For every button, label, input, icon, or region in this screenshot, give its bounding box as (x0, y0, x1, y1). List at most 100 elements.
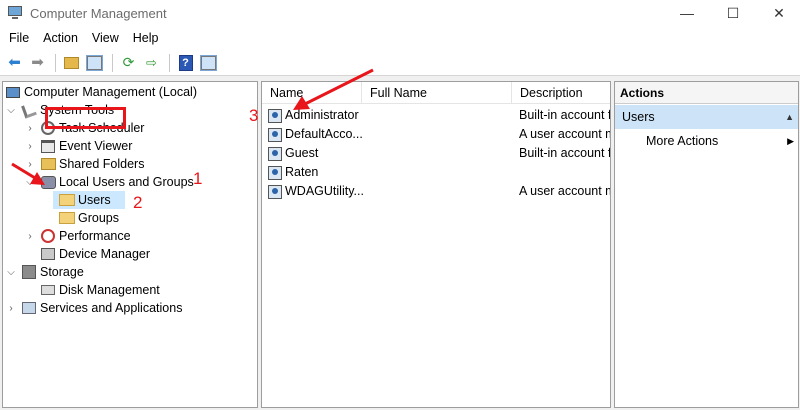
tree-item-label: Performance (59, 229, 131, 243)
export-list-button[interactable]: ⇨ (141, 53, 162, 73)
tree-item-label: Shared Folders (59, 157, 145, 171)
collapse-up-icon[interactable]: ▲ (785, 105, 794, 129)
submenu-arrow-icon: ▶ (787, 136, 794, 146)
up-one-level-button[interactable] (61, 53, 82, 73)
user-name: DefaultAcco... (285, 127, 363, 141)
column-header-description[interactable]: Description (512, 82, 610, 104)
tree-item-users[interactable]: Users (53, 191, 125, 209)
user-icon (268, 108, 282, 123)
actions-section-label: Users (622, 110, 655, 124)
computer-management-icon (8, 6, 22, 20)
actions-pane: Actions Users ▲ More Actions ▶ (614, 81, 799, 408)
tree-item-groups[interactable]: Groups (53, 209, 119, 227)
minimize-icon: — (680, 5, 694, 21)
tree-item-label: Local Users and Groups (59, 175, 194, 189)
menu-file[interactable]: File (2, 31, 36, 45)
user-name: WDAGUtility... (285, 184, 364, 198)
tree-item-shared-folders[interactable]: › Shared Folders (24, 155, 144, 173)
device-manager-icon (40, 246, 56, 262)
tree-item-root[interactable]: Computer Management (Local) (3, 83, 197, 101)
help-button[interactable]: ? (175, 53, 196, 73)
tree-item-label: Event Viewer (59, 139, 133, 153)
chevron-right-icon[interactable]: › (24, 123, 36, 134)
chevron-right-icon[interactable]: › (24, 231, 36, 242)
arrow-left-icon: ⬅ (8, 54, 21, 71)
chevron-right-icon[interactable]: › (24, 159, 36, 170)
chevron-down-icon[interactable]: ⌵ (24, 177, 36, 188)
tree-item-label: Disk Management (59, 283, 160, 297)
table-row[interactable]: WDAGUtility... A user account m (262, 182, 611, 201)
tree-item-performance[interactable]: › Performance (24, 227, 131, 245)
maximize-icon: ☐ (726, 4, 740, 21)
tree-item-services-and-applications[interactable]: › Services and Applications (5, 299, 182, 317)
table-row[interactable]: Raten (262, 163, 610, 182)
window-title: Computer Management (30, 5, 167, 21)
more-actions-item[interactable]: More Actions ▶ (646, 131, 796, 151)
performance-icon (40, 228, 56, 244)
tree-item-label: Services and Applications (40, 301, 183, 315)
user-description: A user account m (519, 184, 611, 198)
action-pane-icon (200, 54, 217, 71)
show-hide-console-tree-button[interactable] (84, 53, 105, 73)
annotation-step-3: 3 (249, 106, 259, 125)
shared-folder-icon (40, 156, 56, 172)
user-icon (268, 165, 282, 180)
forward-button[interactable]: ➡ (27, 53, 48, 73)
title-bar: Computer Management — ☐ ✕ (0, 0, 800, 26)
storage-icon (21, 264, 37, 280)
table-row[interactable]: Administrator Built-in account f (262, 106, 611, 125)
more-actions-label: More Actions (646, 134, 719, 148)
folder-up-icon (64, 56, 79, 69)
table-row[interactable]: DefaultAcco... A user account m (262, 125, 610, 144)
tree-item-disk-management[interactable]: Disk Management (36, 281, 160, 299)
refresh-button[interactable]: ⟳ (118, 53, 139, 73)
arrow-right-icon: ➡ (31, 54, 44, 71)
export-icon: ⇨ (146, 54, 157, 70)
show-hide-action-pane-button[interactable] (198, 53, 219, 73)
close-icon: ✕ (773, 4, 785, 21)
folder-icon (59, 192, 75, 208)
back-button[interactable]: ⬅ (4, 53, 25, 73)
chevron-right-icon[interactable]: › (5, 303, 17, 314)
menu-help[interactable]: Help (126, 31, 166, 45)
user-name: Administrator (285, 108, 359, 122)
event-viewer-icon (40, 138, 56, 154)
toolbar: ⬅ ➡ ⟳ ⇨ ? (0, 50, 800, 76)
tree-item-local-users-and-groups[interactable]: ⌵ Local Users and Groups (24, 173, 194, 191)
close-button[interactable]: ✕ (756, 0, 800, 26)
chevron-down-icon[interactable]: ⌵ (5, 105, 17, 116)
user-name: Raten (285, 165, 319, 179)
column-header-name[interactable]: Name (262, 82, 362, 104)
toolbar-separator (169, 53, 170, 72)
console-tree: Computer Management (Local) ⌵ System Too… (2, 81, 258, 408)
table-row[interactable]: Guest Built-in account f (262, 144, 610, 163)
tree-item-label: Storage (40, 265, 84, 279)
actions-section-users[interactable]: Users ▲ (615, 105, 798, 129)
console-tree-icon (86, 54, 103, 71)
tree-item-event-viewer[interactable]: › Event Viewer (24, 137, 132, 155)
menu-view[interactable]: View (85, 31, 126, 45)
menu-action[interactable]: Action (36, 31, 85, 45)
user-description (519, 163, 610, 182)
disk-icon (40, 282, 56, 298)
user-icon (268, 184, 282, 199)
chevron-down-icon[interactable]: ⌵ (5, 267, 17, 278)
annotation-step-1: 1 (193, 169, 203, 188)
maximize-button[interactable]: ☐ (710, 0, 756, 26)
list-header: Name Full Name Description (262, 82, 610, 104)
computer-icon (5, 84, 21, 100)
user-description: Built-in account f (519, 108, 611, 122)
minimize-button[interactable]: — (664, 0, 710, 26)
tree-item-label: Groups (78, 211, 119, 225)
actions-header: Actions (615, 82, 798, 104)
chevron-right-icon[interactable]: › (24, 141, 36, 152)
tree-item-storage[interactable]: ⌵ Storage (5, 263, 84, 281)
users-list: Name Full Name Description Administrator… (261, 81, 611, 408)
users-group-icon (40, 174, 56, 190)
highlight-users-box (45, 107, 126, 129)
column-header-full-name[interactable]: Full Name (362, 82, 512, 104)
tree-item-label: Users (78, 193, 111, 207)
toolbar-separator (55, 53, 56, 72)
user-icon (268, 127, 282, 142)
tree-item-device-manager[interactable]: Device Manager (36, 245, 150, 263)
